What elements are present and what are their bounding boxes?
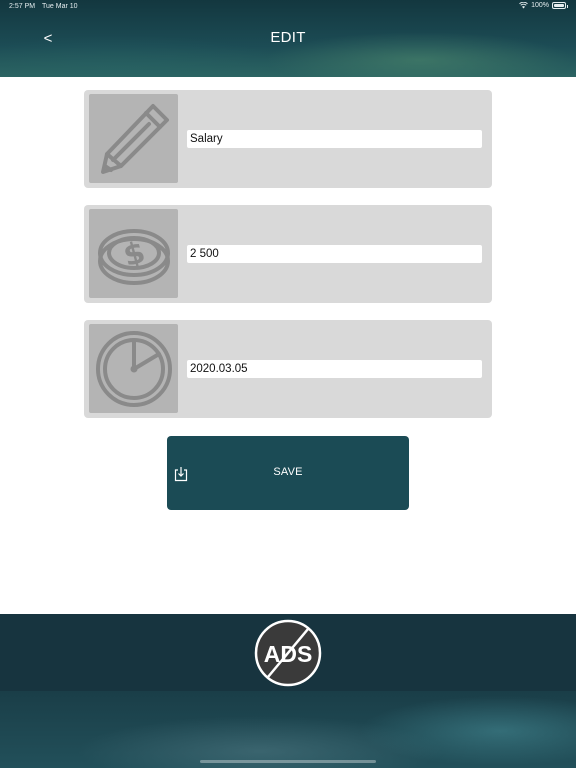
icon-tile: $ <box>89 209 178 298</box>
icon-tile <box>89 324 178 413</box>
name-field-card <box>84 90 492 188</box>
no-ads-icon[interactable]: ADS <box>254 619 322 687</box>
status-bar: 2:57 PM Tue Mar 10 100% <box>0 0 576 14</box>
header-bar: 2:57 PM Tue Mar 10 100% < EDIT <box>0 0 576 77</box>
name-input[interactable] <box>187 130 482 148</box>
icon-tile <box>89 94 178 183</box>
coin-dollar-icon: $ <box>97 228 170 285</box>
status-indicators: 100% <box>519 2 568 9</box>
battery-icon <box>552 2 568 9</box>
page-title: EDIT <box>270 29 306 46</box>
bottom-background <box>0 691 576 768</box>
pencil-icon <box>100 103 169 174</box>
battery-percent: 100% <box>531 2 549 9</box>
clock-icon <box>95 330 172 407</box>
status-time: 2:57 PM <box>9 3 36 10</box>
date-field-card <box>84 320 492 418</box>
date-input[interactable] <box>187 360 482 378</box>
status-date: Tue Mar 10 <box>42 3 78 10</box>
amount-input[interactable] <box>187 245 482 263</box>
wifi-icon <box>519 2 528 9</box>
save-label: SAVE <box>273 466 303 478</box>
save-button[interactable]: SAVE <box>167 436 409 510</box>
amount-field-card: $ <box>84 205 492 303</box>
home-indicator[interactable] <box>200 760 376 763</box>
